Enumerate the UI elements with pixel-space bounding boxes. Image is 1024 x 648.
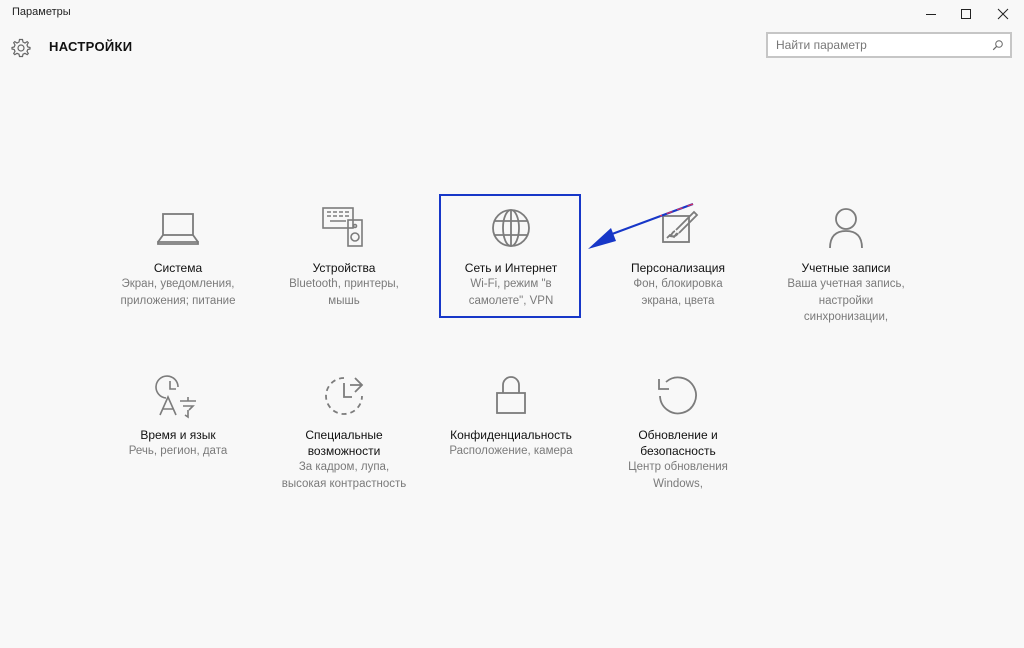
time-language-icon: [155, 375, 196, 419]
tile-description-line: Речь, регион, дата: [128, 445, 228, 457]
devices-icon: [322, 207, 363, 247]
tile-devices[interactable]: Устройства Bluetooth, принтеры, мышь: [272, 206, 416, 309]
tile-label: Устройства: [312, 261, 376, 275]
minimize-icon: [926, 14, 936, 15]
page-title: НАСТРОЙКИ: [49, 39, 133, 54]
gear-icon: [11, 38, 31, 58]
tile-description-line: мышь: [328, 294, 360, 307]
ease-of-access-icon: [325, 377, 364, 415]
lock-icon: [496, 376, 526, 414]
update-icon: [658, 376, 697, 415]
tile-description-line: Расположение, камера: [449, 445, 573, 457]
tile-label: Учетные записи: [801, 261, 891, 275]
maximize-icon: [961, 9, 971, 19]
tile-description-line: Центр обновления: [628, 461, 728, 473]
tile-label: Система: [153, 261, 203, 275]
settings-header: НАСТРОЙКИ: [0, 30, 1024, 64]
person-icon: [829, 208, 863, 249]
tile-description-line: приложения; питание: [120, 294, 236, 307]
tile-ease-of-access[interactable]: Специальные возможности За кадром, лупа,…: [272, 373, 416, 492]
maximize-button[interactable]: [949, 0, 983, 28]
tile-network-internet[interactable]: Сеть и Интернет Wi-Fi, режим "в самолете…: [439, 206, 583, 309]
window-title: Параметры: [12, 6, 71, 18]
search-input[interactable]: [768, 34, 986, 56]
tile-label: безопасность: [640, 444, 716, 458]
tile-description-line: Экран, уведомления,: [121, 278, 235, 290]
tile-description-line: Windows,: [653, 477, 703, 490]
tile-description-line: высокая контрастность: [281, 477, 407, 490]
annotation-arrow: [588, 202, 694, 249]
search-icon[interactable]: [992, 39, 1004, 51]
minimize-button[interactable]: [914, 0, 948, 28]
title-bar: Параметры: [0, 0, 1024, 28]
close-icon: [997, 8, 1009, 20]
tile-update-security[interactable]: Обновление и безопасность Центр обновлен…: [606, 373, 750, 492]
search-box[interactable]: [766, 32, 1012, 58]
tile-description-line: Ваша учетная запись,: [787, 278, 905, 290]
tile-description-line: За кадром, лупа,: [298, 461, 390, 473]
tile-privacy[interactable]: Конфиденциальность Расположение, камера: [439, 373, 583, 460]
laptop-icon: [157, 213, 199, 245]
tile-label: Специальные: [305, 428, 383, 442]
tile-description-line: Bluetooth, принтеры,: [289, 278, 399, 290]
tile-description-line: экрана, цвета: [641, 294, 715, 307]
tile-label: Конфиденциальность: [450, 428, 572, 442]
tile-label: возможности: [307, 444, 381, 458]
tile-description-line: Wi-Fi, режим "в: [470, 278, 552, 290]
close-button[interactable]: [986, 0, 1020, 28]
tile-label: Время и язык: [140, 428, 216, 442]
tile-accounts[interactable]: Учетные записи Ваша учетная запись, наст…: [774, 206, 918, 326]
tile-label: Обновление и: [638, 428, 718, 442]
globe-icon: [492, 209, 530, 247]
tile-time-language[interactable]: Время и язык Речь, регион, дата: [106, 373, 250, 460]
tile-description-line: настройки: [818, 294, 874, 307]
tile-description-line: самолете", VPN: [468, 294, 554, 307]
tile-description-line: Фон, блокировка: [633, 278, 723, 290]
tile-system[interactable]: Система Экран, уведомления, приложения; …: [106, 206, 250, 309]
tile-label: Сеть и Интернет: [464, 261, 558, 275]
tile-label: Персонализация: [630, 261, 726, 275]
tile-description-line: синхронизации,: [803, 311, 889, 323]
